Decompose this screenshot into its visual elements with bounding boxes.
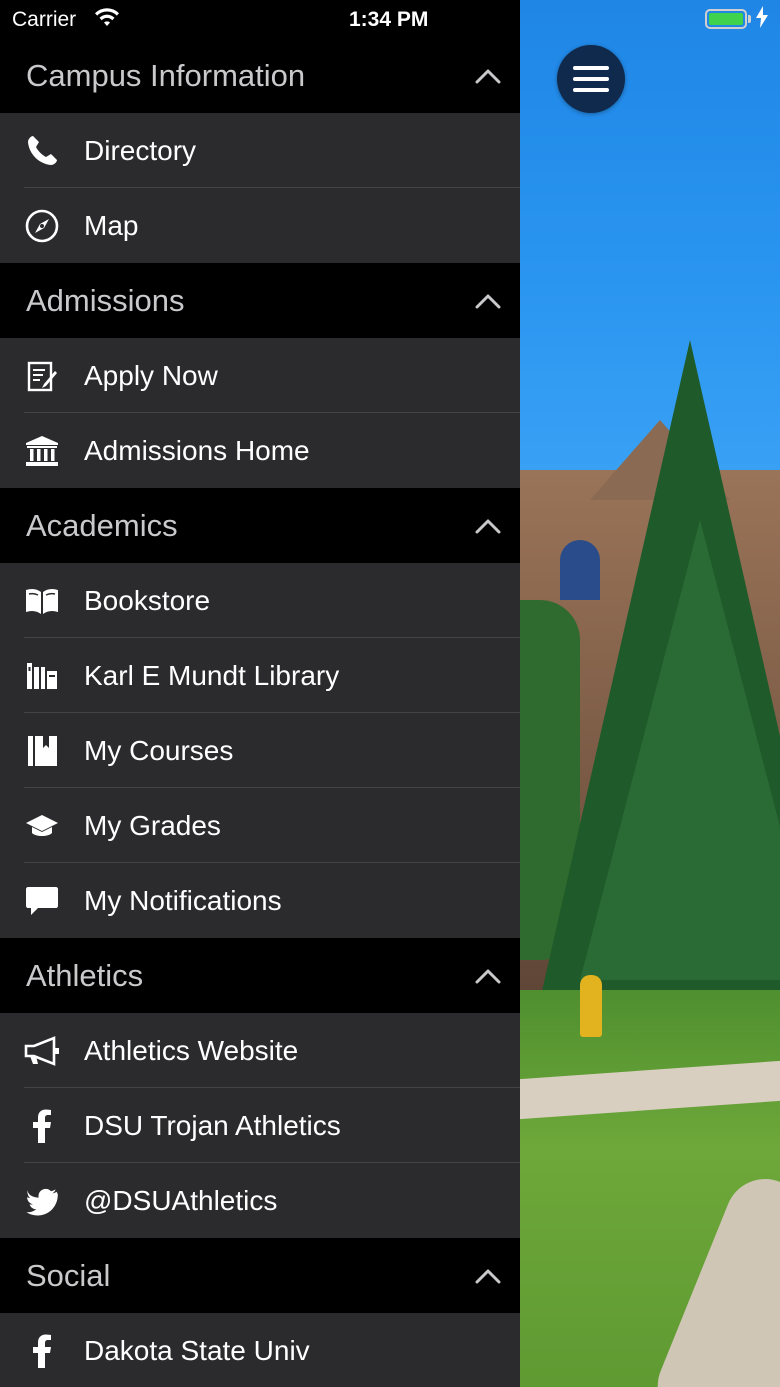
side-drawer: Campus Information Directory Map Admissions… bbox=[0, 0, 520, 1387]
institution-icon bbox=[24, 433, 60, 469]
menu-item-dsu-trojan-athletics[interactable]: DSU Trojan Athletics bbox=[0, 1088, 520, 1163]
compass-icon bbox=[24, 208, 60, 244]
wifi-icon bbox=[93, 6, 121, 34]
open-book-icon bbox=[24, 583, 60, 619]
facebook-icon bbox=[24, 1333, 60, 1369]
library-icon bbox=[24, 658, 60, 694]
chevron-up-icon[interactable] bbox=[474, 1262, 502, 1290]
menu-line bbox=[573, 66, 609, 70]
chevron-up-icon[interactable] bbox=[474, 962, 502, 990]
menu-item-label: DSU Trojan Athletics bbox=[84, 1109, 341, 1141]
twitter-icon bbox=[24, 1183, 60, 1219]
menu-item-my-courses[interactable]: My Courses bbox=[0, 713, 520, 788]
hamburger-menu-button[interactable] bbox=[557, 45, 625, 113]
status-bar: Carrier 1:34 PM bbox=[0, 0, 780, 40]
section-title: Athletics bbox=[26, 957, 144, 993]
menu-item-label: @DSUAthletics bbox=[84, 1184, 278, 1216]
menu-item-my-notifications[interactable]: My Notifications bbox=[0, 863, 520, 938]
menu-item-label: Map bbox=[84, 209, 139, 241]
menu-item-admissions-home[interactable]: Admissions Home bbox=[0, 413, 520, 488]
menu-item-label: Athletics Website bbox=[84, 1034, 299, 1066]
section-title: Campus Information bbox=[26, 57, 306, 93]
book-bookmark-icon bbox=[24, 733, 60, 769]
edit-document-icon bbox=[24, 358, 60, 394]
megaphone-icon bbox=[24, 1033, 60, 1069]
menu-line bbox=[573, 88, 609, 92]
graduation-cap-icon bbox=[24, 808, 60, 844]
menu-item-dsuathletics[interactable]: @DSUAthletics bbox=[0, 1163, 520, 1238]
charging-bolt-icon bbox=[756, 6, 768, 34]
menu-item-label: My Courses bbox=[84, 734, 234, 766]
facebook-icon bbox=[24, 1108, 60, 1144]
carrier-label: Carrier bbox=[12, 8, 77, 31]
chevron-up-icon[interactable] bbox=[474, 512, 502, 540]
menu-item-directory[interactable]: Directory bbox=[0, 113, 520, 188]
menu-item-label: Apply Now bbox=[84, 359, 218, 391]
section-title: Admissions bbox=[26, 282, 185, 318]
menu-item-label: Karl E Mundt Library bbox=[84, 659, 340, 691]
menu-item-label: Dakota State Univ bbox=[84, 1334, 310, 1366]
section-header-academics[interactable]: Academics bbox=[0, 488, 520, 563]
fire-hydrant bbox=[580, 975, 602, 1037]
menu-item-my-grades[interactable]: My Grades bbox=[0, 788, 520, 863]
clock: 1:34 PM bbox=[349, 8, 429, 31]
section-header-athletics[interactable]: Athletics bbox=[0, 938, 520, 1013]
section-title: Academics bbox=[26, 507, 178, 543]
battery-icon bbox=[705, 9, 747, 29]
menu-item-label: My Notifications bbox=[84, 884, 282, 916]
menu-item-athletics-website[interactable]: Athletics Website bbox=[0, 1013, 520, 1088]
menu-item-label: Directory bbox=[84, 134, 197, 166]
menu-item-karl-e-mundt-library[interactable]: Karl E Mundt Library bbox=[0, 638, 520, 713]
menu-list: Campus Information Directory Map Admissions… bbox=[0, 0, 520, 1387]
battery-tip bbox=[748, 15, 751, 23]
menu-item-apply-now[interactable]: Apply Now bbox=[0, 338, 520, 413]
menu-item-label: My Grades bbox=[84, 809, 221, 841]
pine-tree-inner bbox=[580, 520, 780, 980]
phone-icon bbox=[24, 133, 60, 169]
speech-bubble-icon bbox=[24, 883, 60, 919]
menu-item-map[interactable]: Map bbox=[0, 188, 520, 263]
chevron-up-icon[interactable] bbox=[474, 62, 502, 90]
menu-item-label: Bookstore bbox=[84, 584, 211, 616]
campus-background-image bbox=[520, 0, 780, 1387]
menu-item-bookstore[interactable]: Bookstore bbox=[0, 563, 520, 638]
menu-item-label: Admissions Home bbox=[84, 434, 310, 466]
section-header-social[interactable]: Social bbox=[0, 1238, 520, 1313]
chevron-up-icon[interactable] bbox=[474, 287, 502, 315]
section-title: Social bbox=[26, 1257, 111, 1293]
section-header-admissions[interactable]: Admissions bbox=[0, 263, 520, 338]
menu-line bbox=[573, 77, 609, 81]
menu-item-dakota-state-univ[interactable]: Dakota State Univ bbox=[0, 1313, 520, 1387]
